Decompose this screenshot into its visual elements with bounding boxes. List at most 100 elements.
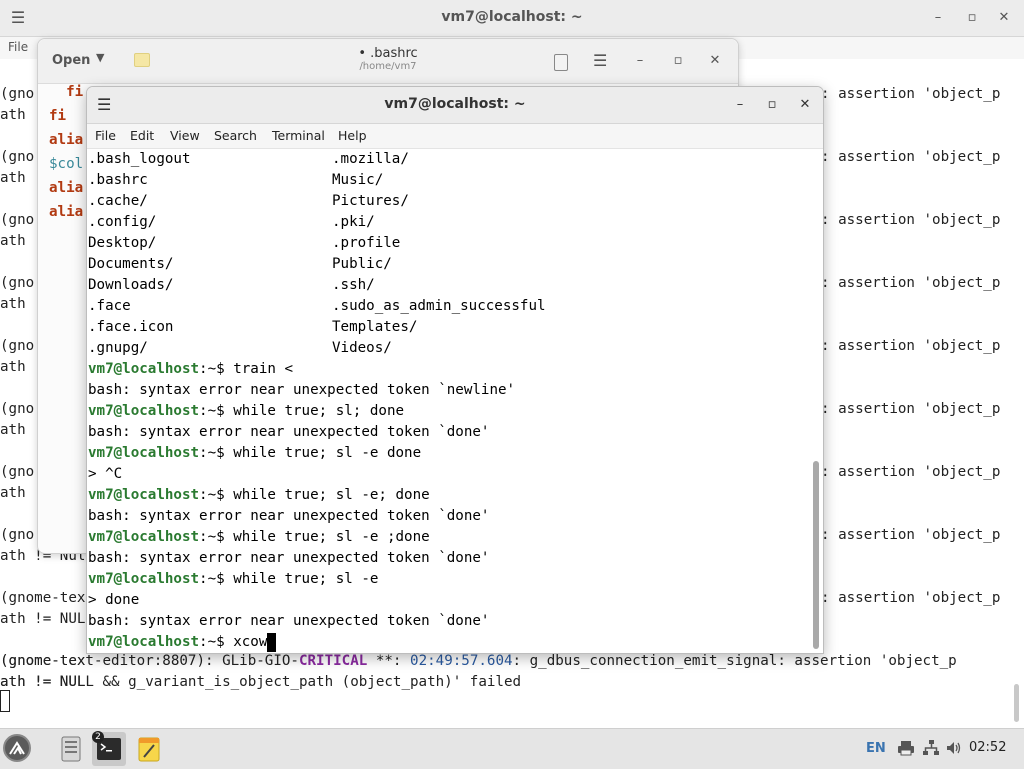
document-icon[interactable] [554, 54, 568, 71]
listing-entry: .bash_logout [88, 151, 191, 167]
prompt-user: vm7@localhost [88, 403, 200, 419]
bg-terminal-line: (gnome-tex [0, 590, 86, 606]
editor-code-line: alia [49, 132, 84, 148]
terminal-menubar: File Edit View Search Terminal Help [87, 124, 823, 149]
bg-terminal-line-right: : assertion 'object_p [821, 464, 1001, 480]
terminal-titlebar[interactable]: ☰ vm7@localhost: ~ – ▫ ✕ [87, 87, 823, 124]
close-icon[interactable]: ✕ [705, 52, 725, 72]
maximize-icon[interactable]: ▫ [762, 95, 782, 115]
command-line: vm7@localhost:~$ xcow [88, 632, 277, 653]
listing-row: Downloads/ .ssh/ [88, 275, 375, 296]
editor-code-line: fi [49, 108, 67, 124]
menu-terminal[interactable]: Terminal [272, 128, 325, 143]
bg-terminal-line-right: : assertion 'object_p [821, 338, 1001, 354]
prompt-user: vm7@localhost [88, 571, 200, 587]
menu-edit[interactable]: Edit [130, 128, 154, 143]
prompt-path: :~$ [199, 361, 234, 377]
keyboard-language-indicator[interactable]: EN [866, 741, 886, 756]
minimize-icon[interactable]: – [730, 95, 750, 115]
command-text: while true; sl -e ;done [233, 529, 430, 545]
volume-icon[interactable] [945, 739, 963, 757]
output-line: > done [88, 592, 140, 608]
bg-terminal-cursor [0, 690, 10, 712]
close-icon[interactable]: ✕ [994, 8, 1014, 28]
listing-row: .bash_logout .mozilla/ [88, 149, 409, 170]
bg-terminal-line-right: : assertion 'object_p [821, 275, 1001, 291]
output-line: bash: syntax error near unexpected token… [88, 424, 490, 440]
terminal-title: vm7@localhost: ~ [384, 96, 526, 112]
printer-icon[interactable] [897, 739, 915, 757]
listing-entry: .config/ [88, 214, 157, 230]
menu-help[interactable]: Help [338, 128, 367, 143]
listing-row: Documents/Public/ [88, 254, 392, 275]
command-text: while true; sl -e [233, 571, 379, 587]
editor-document-path: /home/vm7 [359, 61, 417, 72]
listing-entry: .sudo_as_admin_successful [332, 298, 546, 314]
bg-terminal-line-right: : assertion 'object_p [821, 401, 1001, 417]
editor-document-title: • .bashrc [358, 46, 418, 61]
command-line: vm7@localhost:~$ while true; sl; done [88, 401, 404, 422]
minimize-icon[interactable]: – [928, 8, 948, 28]
prompt-path: :~$ [199, 571, 234, 587]
listing-entry: Documents/ [88, 256, 174, 272]
command-line: vm7@localhost:~$ train < [88, 359, 293, 380]
open-button[interactable]: Open [52, 53, 90, 68]
listing-entry: Desktop/ [88, 235, 157, 251]
bg-terminal-line: ath != NUL [0, 611, 86, 627]
editor-code-line: alia [49, 180, 84, 196]
text-editor-app-icon[interactable] [132, 732, 166, 766]
clock[interactable]: 02:52 [969, 740, 1006, 755]
command-text: xcow [233, 634, 268, 650]
command-text: train < [233, 361, 294, 377]
bg-terminal-scrollbar[interactable] [1014, 684, 1019, 722]
prompt-path: :~$ [199, 634, 234, 650]
network-icon[interactable] [922, 739, 940, 757]
folder-icon[interactable] [134, 53, 150, 67]
listing-entry: .gnupg/ [88, 340, 148, 356]
listing-entry: .cache/ [88, 193, 148, 209]
bg-terminal-titlebar[interactable]: ☰ vm7@localhost: ~ – ▫ ✕ [0, 0, 1024, 37]
listing-row: .gnupg/Videos/ [88, 338, 392, 359]
listing-row: .config/ .pki/ [88, 212, 375, 233]
command-line: vm7@localhost:~$ while true; sl -e done [88, 443, 421, 464]
listing-row: .face .sudo_as_admin_successful [88, 296, 546, 317]
prompt-path: :~$ [199, 487, 234, 503]
bg-terminal-failed-line: ath != NULL && g_variant_is_object_path … [0, 674, 522, 690]
terminal-output[interactable]: .bash_logout .mozilla/ .bashrc Music/ .cache… [87, 149, 813, 653]
listing-entry: .bashrc [88, 172, 148, 188]
prompt-path: :~$ [199, 445, 234, 461]
listing-entry: .pki/ [332, 214, 375, 230]
listing-entry: Templates/ [332, 319, 418, 335]
listing-entry: .mozilla/ [332, 151, 409, 167]
maximize-icon[interactable]: ▫ [962, 8, 982, 28]
menu-view[interactable]: View [170, 128, 200, 143]
hamburger-menu-icon[interactable]: ☰ [593, 51, 607, 70]
file-manager-icon[interactable] [54, 732, 88, 766]
start-menu-icon[interactable] [3, 734, 31, 762]
prompt-user: vm7@localhost [88, 634, 200, 650]
prompt-user: vm7@localhost [88, 487, 200, 503]
maximize-icon[interactable]: ▫ [668, 52, 688, 72]
minimize-icon[interactable]: – [630, 52, 650, 72]
terminal-scrollbar[interactable] [813, 461, 819, 649]
editor-headerbar[interactable]: Open ▼ • .bashrc /home/vm7 ☰ – ▫ ✕ [38, 39, 738, 84]
bg-terminal-line-right: : assertion 'object_p [821, 527, 1001, 543]
output-line: bash: syntax error near unexpected token… [88, 382, 516, 398]
menu-search[interactable]: Search [214, 128, 257, 143]
listing-entry: Music/ [332, 172, 384, 188]
menu-file[interactable]: File [8, 40, 28, 54]
prompt-user: vm7@localhost [88, 445, 200, 461]
listing-row: .cache/Pictures/ [88, 191, 409, 212]
bg-terminal-line-right: : assertion 'object_p [821, 86, 1001, 102]
prompt-path: :~$ [199, 403, 234, 419]
menu-file[interactable]: File [95, 128, 116, 143]
taskbar: 2 EN 02:52 [0, 728, 1024, 769]
terminal-window[interactable]: ☰ vm7@localhost: ~ – ▫ ✕ File Edit View … [86, 86, 824, 654]
command-text: while true; sl -e; done [233, 487, 430, 503]
chevron-down-icon[interactable]: ▼ [96, 51, 104, 64]
bg-terminal-line-right: : assertion 'object_p [821, 590, 1001, 606]
command-text: while true; sl -e done [233, 445, 422, 461]
close-icon[interactable]: ✕ [795, 95, 815, 115]
command-line: vm7@localhost:~$ while true; sl -e; done [88, 485, 430, 506]
text-cursor [267, 633, 277, 652]
